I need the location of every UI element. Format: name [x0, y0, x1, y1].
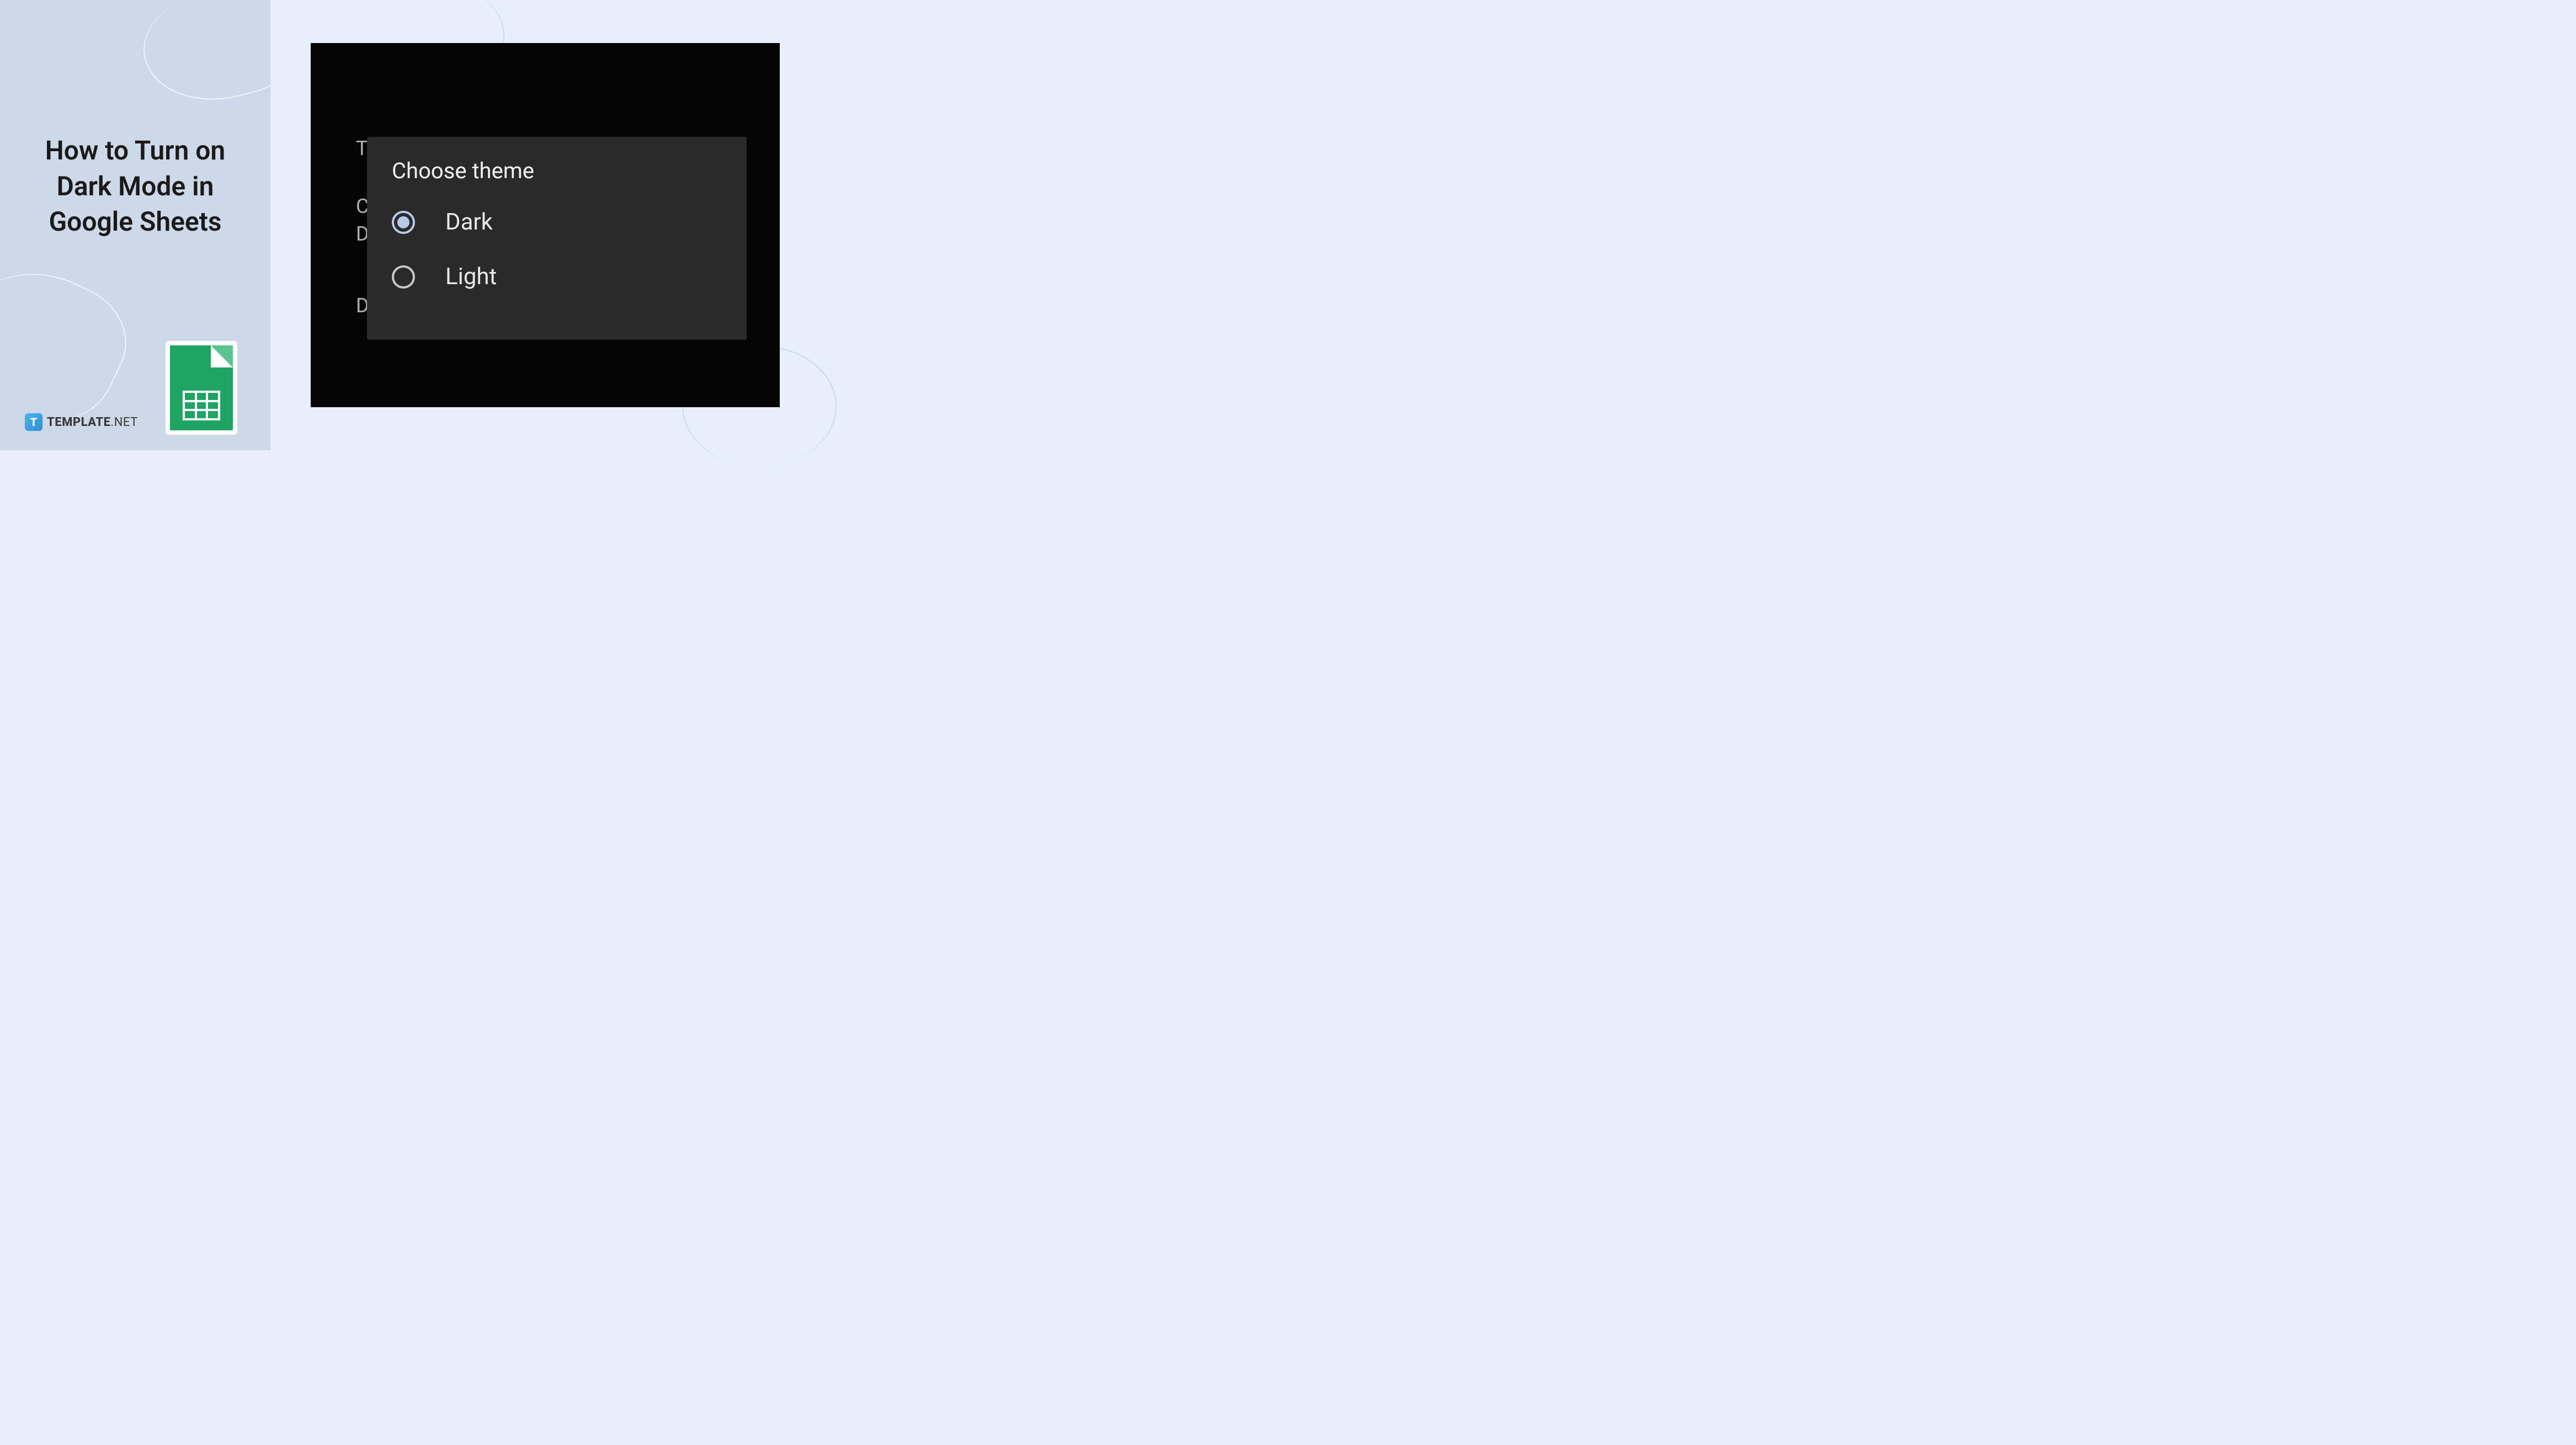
radio-label: Light — [445, 263, 497, 290]
page-title: How to Turn on Dark Mode in Google Sheet… — [22, 133, 248, 240]
template-net-logo: T TEMPLATE.NET — [25, 413, 138, 431]
radio-unselected-icon — [392, 265, 415, 289]
right-panel: T C D D Choose theme Dark Light — [270, 0, 803, 450]
template-brand-text: TEMPLATE.NET — [47, 415, 138, 429]
choose-theme-dialog: Choose theme Dark Light — [367, 137, 747, 340]
template-t-icon: T — [25, 413, 42, 431]
left-panel: How to Turn on Dark Mode in Google Sheet… — [0, 0, 270, 450]
bg-text-theme: T — [356, 137, 368, 160]
dialog-title: Choose theme — [392, 158, 722, 184]
radio-option-dark[interactable]: Dark — [392, 209, 722, 236]
radio-label: Dark — [445, 209, 493, 236]
radio-selected-icon — [392, 211, 415, 234]
google-sheets-icon — [166, 341, 237, 435]
theme-screenshot: T C D D Choose theme Dark Light — [311, 43, 780, 407]
radio-option-light[interactable]: Light — [392, 263, 722, 290]
